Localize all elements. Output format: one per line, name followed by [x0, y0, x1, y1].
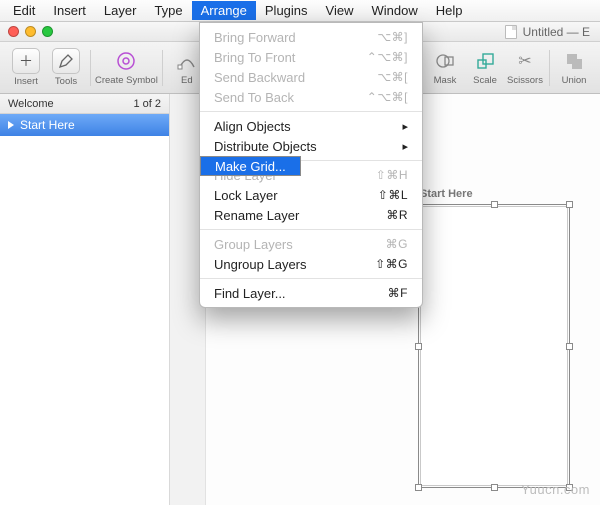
menu-bar: Edit Insert Layer Type Arrange Plugins V… [0, 0, 600, 22]
window-title: Untitled — E [505, 25, 590, 39]
menu-item-label: Rename Layer [214, 208, 299, 223]
menu-item-label: Ungroup Layers [214, 257, 307, 272]
create-symbol-label: Create Symbol [95, 75, 158, 86]
menu-send-backward[interactable]: Send Backward ⌥⌘[ [200, 67, 422, 87]
menu-item-label: Align Objects [214, 119, 291, 134]
sidebar-page-count: 1 of 2 [133, 98, 161, 110]
menu-make-grid[interactable]: Make Grid... [200, 156, 301, 176]
insert-tool[interactable]: ＋ Insert [6, 44, 46, 92]
menu-group-layers[interactable]: Group Layers ⌘G [200, 234, 422, 254]
menu-shortcut: ⌃⌥⌘] [367, 50, 408, 64]
resize-handle-ne[interactable] [566, 201, 573, 208]
scale-tool[interactable]: Scale [465, 44, 505, 92]
toolbar-separator [162, 50, 163, 86]
create-symbol-tool[interactable]: Create Symbol [95, 44, 158, 92]
menu-arrange[interactable]: Arrange [192, 1, 256, 20]
toolbar-separator [90, 50, 91, 86]
tools-label: Tools [55, 76, 77, 87]
menu-bring-to-front[interactable]: Bring To Front ⌃⌥⌘] [200, 47, 422, 67]
selection-outline [418, 204, 570, 488]
resize-handle-n[interactable] [491, 201, 498, 208]
scale-label: Scale [473, 75, 497, 86]
union-tool[interactable]: Union [554, 44, 594, 92]
scale-icon [475, 51, 495, 71]
menu-item-label: Distribute Objects [214, 139, 317, 154]
menu-separator [200, 111, 422, 112]
arrange-menu: Bring Forward ⌥⌘] Bring To Front ⌃⌥⌘] Send… [199, 22, 423, 308]
menu-item-label: Make Grid... [215, 159, 286, 174]
watermark: Yuucn.com [521, 482, 590, 497]
scissors-label: Scissors [507, 75, 543, 86]
scissors-icon: ✂ [518, 51, 531, 71]
menu-shortcut: ⇧⌘G [375, 257, 408, 271]
disclosure-triangle-icon [8, 121, 14, 129]
menu-shortcut: ⌘R [386, 208, 408, 222]
resize-handle-sw[interactable] [415, 484, 422, 491]
union-icon [564, 51, 584, 71]
artboard-label[interactable]: Start Here [420, 188, 473, 200]
menu-type[interactable]: Type [145, 1, 191, 20]
menu-item-label: Send To Back [214, 90, 294, 105]
zoom-window-button[interactable] [42, 26, 53, 37]
menu-insert[interactable]: Insert [44, 1, 95, 20]
toolbar-separator [549, 50, 550, 86]
menu-find-layer[interactable]: Find Layer... ⌘F [200, 283, 422, 303]
pencil-icon [58, 53, 74, 69]
menu-bring-forward[interactable]: Bring Forward ⌥⌘] [200, 27, 422, 47]
menu-separator [200, 229, 422, 230]
close-window-button[interactable] [8, 26, 19, 37]
menu-send-to-back[interactable]: Send To Back ⌃⌥⌘[ [200, 87, 422, 107]
menu-shortcut: ⌥⌘[ [377, 70, 408, 84]
menu-window[interactable]: Window [362, 1, 426, 20]
menu-help[interactable]: Help [427, 1, 472, 20]
menu-shortcut: ⌘F [388, 286, 408, 300]
menu-item-label: Bring Forward [214, 30, 296, 45]
menu-separator [200, 278, 422, 279]
mask-tool[interactable]: Mask [425, 44, 465, 92]
symbol-icon [115, 50, 137, 72]
insert-label: Insert [14, 76, 38, 87]
menu-item-label: Send Backward [214, 70, 305, 85]
menu-item-label: Group Layers [214, 237, 293, 252]
sidebar-header[interactable]: Welcome 1 of 2 [0, 94, 169, 114]
menu-view[interactable]: View [317, 1, 363, 20]
menu-lock-layer[interactable]: Lock Layer ⇧⌘L [200, 185, 422, 205]
sidebar-item-label: Start Here [20, 118, 75, 132]
menu-layer[interactable]: Layer [95, 1, 146, 20]
menu-align-objects[interactable]: Align Objects [200, 116, 422, 136]
mask-label: Mask [434, 75, 457, 86]
minimize-window-button[interactable] [25, 26, 36, 37]
menu-ungroup-layers[interactable]: Ungroup Layers ⇧⌘G [200, 254, 422, 274]
menu-distribute-objects[interactable]: Distribute Objects [200, 136, 422, 156]
menu-rename-layer[interactable]: Rename Layer ⌘R [200, 205, 422, 225]
document-icon [505, 25, 517, 39]
menu-item-label: Find Layer... [214, 286, 286, 301]
mask-icon [435, 51, 455, 71]
vector-edit-icon [177, 51, 197, 71]
window-title-text: Untitled — E [523, 25, 590, 39]
menu-shortcut: ⌘G [386, 237, 408, 251]
menu-shortcut: ⌃⌥⌘[ [367, 90, 408, 104]
menu-shortcut: ⇧⌘L [378, 188, 408, 202]
sidebar-item-start-here[interactable]: Start Here [0, 114, 169, 136]
menu-item-label: Bring To Front [214, 50, 295, 65]
sidebar: Welcome 1 of 2 Start Here [0, 94, 170, 505]
window-controls [8, 26, 53, 37]
resize-handle-s[interactable] [491, 484, 498, 491]
menu-plugins[interactable]: Plugins [256, 1, 317, 20]
edit-label: Ed [181, 75, 193, 86]
menu-shortcut: ⌥⌘] [377, 30, 408, 44]
menu-shortcut: ⇧⌘H [376, 168, 408, 182]
resize-handle-e[interactable] [566, 343, 573, 350]
menu-item-label: Lock Layer [214, 188, 278, 203]
tools-tool[interactable]: Tools [46, 44, 86, 92]
resize-handle-w[interactable] [415, 343, 422, 350]
union-label: Union [562, 75, 587, 86]
menu-edit[interactable]: Edit [4, 1, 44, 20]
plus-icon: ＋ [19, 51, 33, 71]
sidebar-title: Welcome [8, 98, 54, 110]
scissors-tool[interactable]: ✂ Scissors [505, 44, 545, 92]
